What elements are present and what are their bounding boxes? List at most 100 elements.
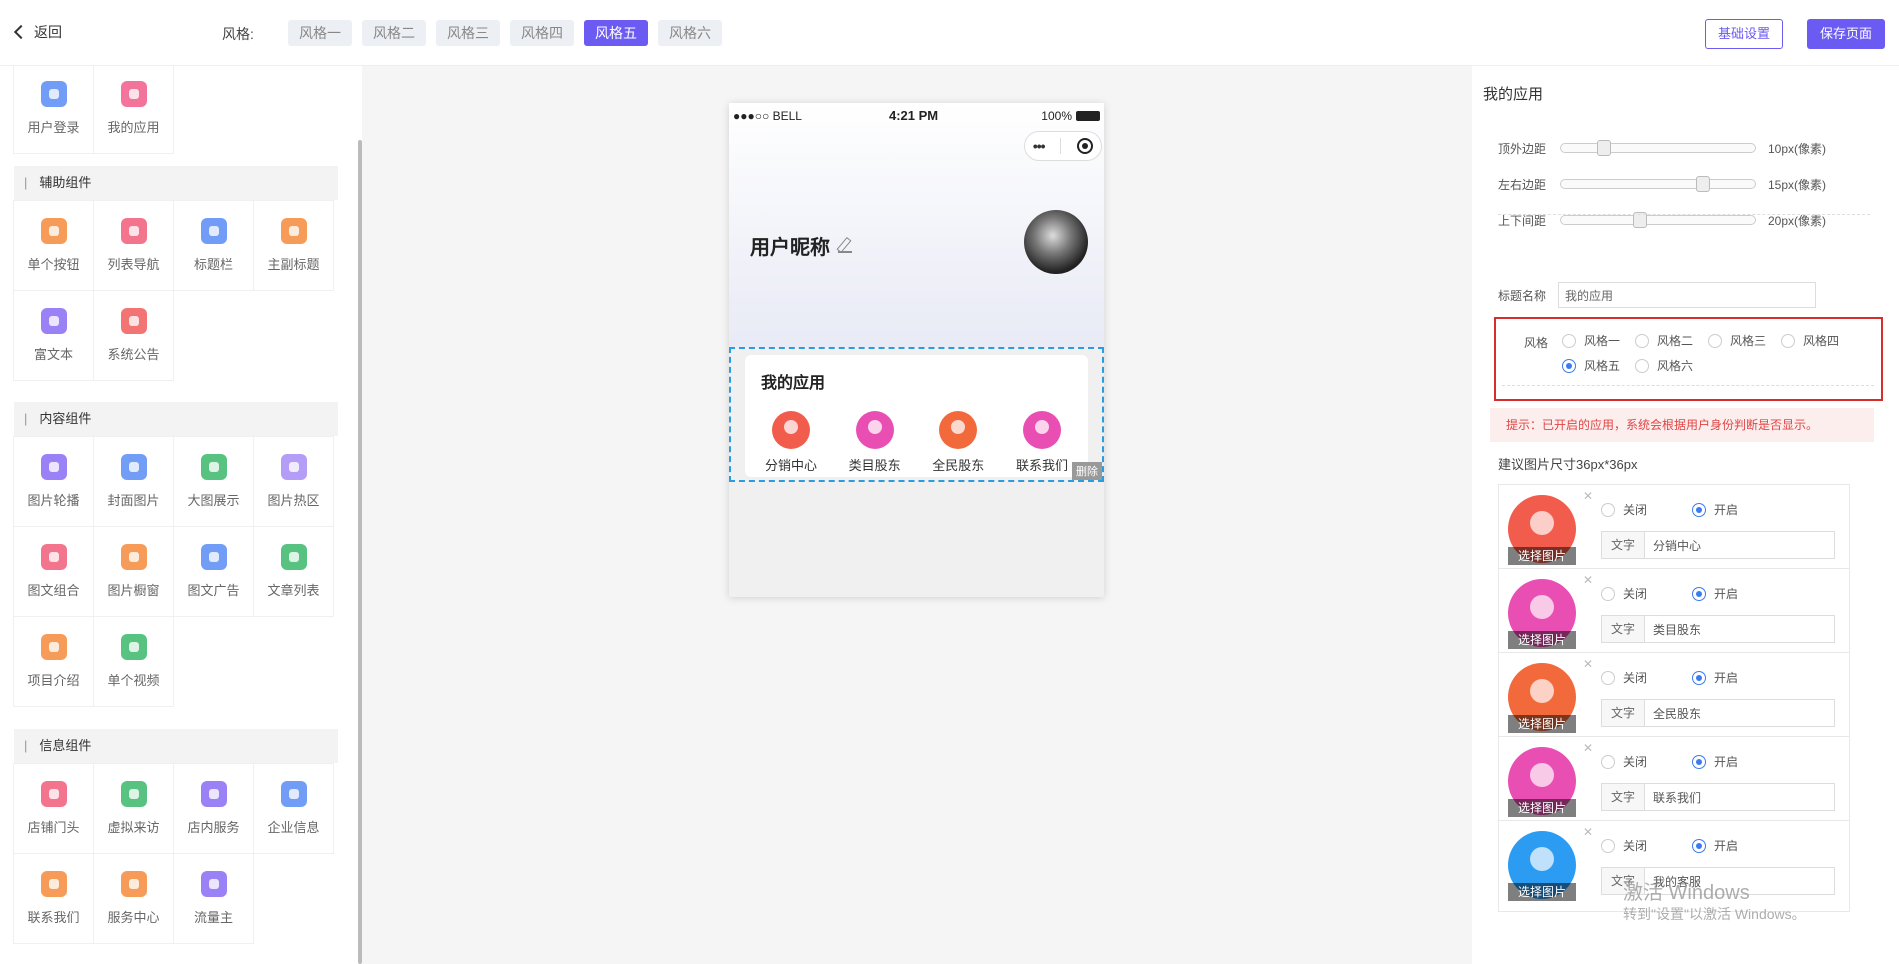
user-nickname[interactable]: 用户昵称 xyxy=(750,231,852,260)
mini-program-capsule[interactable]: ••• xyxy=(1024,131,1102,161)
app-label: 全民股东 xyxy=(932,458,985,473)
radio-dot[interactable] xyxy=(1635,358,1649,373)
radio-dot[interactable] xyxy=(1708,333,1722,348)
off-radio[interactable]: 关闭 xyxy=(1601,585,1674,602)
more-icon[interactable]: ••• xyxy=(1033,138,1046,154)
radio-dot[interactable] xyxy=(1562,333,1576,348)
slider-track[interactable] xyxy=(1560,140,1756,156)
title-name-input[interactable] xyxy=(1558,282,1816,308)
phone-app-item[interactable]: 联系我们 xyxy=(1002,411,1082,474)
off-radio[interactable]: 关闭 xyxy=(1601,837,1674,854)
remove-icon[interactable]: ✕ xyxy=(1583,741,1593,755)
on-radio[interactable]: 开启 xyxy=(1692,669,1765,686)
app-text-input[interactable] xyxy=(1645,615,1835,643)
pick-image-button[interactable]: 选择图片 xyxy=(1508,799,1576,817)
component-user-login[interactable]: 用户登录 xyxy=(13,66,94,154)
app-text-input[interactable] xyxy=(1645,531,1835,559)
close-target-icon[interactable] xyxy=(1077,138,1094,154)
component-contact[interactable]: 联系我们 xyxy=(13,853,94,944)
remove-icon[interactable]: ✕ xyxy=(1583,573,1593,587)
slider-thumb[interactable] xyxy=(1597,140,1611,156)
on-radio[interactable]: 开启 xyxy=(1692,585,1765,602)
slider-thumb[interactable] xyxy=(1696,176,1710,192)
cover-image-icon xyxy=(120,454,147,480)
text-label: 文字 xyxy=(1601,699,1645,727)
phone-app-item[interactable]: 全民股东 xyxy=(918,411,998,474)
style-tab-5[interactable]: 风格五 xyxy=(584,20,648,46)
slider-track[interactable] xyxy=(1560,212,1756,228)
component-traffic[interactable]: 流量主 xyxy=(173,853,254,944)
component-store[interactable]: 店铺门头 xyxy=(13,763,94,854)
style-selector-highlight: 风格 风格一 风格二 风格三 风格四 风格五 风格六 xyxy=(1494,317,1883,401)
edit-icon[interactable] xyxy=(838,239,852,253)
on-radio[interactable]: 开启 xyxy=(1692,753,1765,770)
style-tab-2[interactable]: 风格二 xyxy=(362,20,426,46)
component-button[interactable]: 单个按钮 xyxy=(13,200,94,291)
off-radio[interactable]: 关闭 xyxy=(1601,669,1674,686)
style-tab-6[interactable]: 风格六 xyxy=(658,20,722,46)
pick-image-button[interactable]: 选择图片 xyxy=(1508,631,1576,649)
style-tab-4[interactable]: 风格四 xyxy=(510,20,574,46)
component-ad[interactable]: 图文广告 xyxy=(173,526,254,617)
pick-image-button[interactable]: 选择图片 xyxy=(1508,715,1576,733)
on-radio[interactable]: 开启 xyxy=(1692,501,1765,518)
slider-track[interactable] xyxy=(1560,176,1756,192)
component-company[interactable]: 企业信息 xyxy=(253,763,334,854)
style-radio-2[interactable]: 风格二 xyxy=(1635,332,1708,349)
component-cover-image[interactable]: 封面图片 xyxy=(93,436,174,527)
remove-icon[interactable]: ✕ xyxy=(1583,489,1593,503)
component-hotspot[interactable]: 图片热区 xyxy=(253,436,334,527)
style-radio-1[interactable]: 风格一 xyxy=(1562,332,1635,349)
profile-header: ●●●○○ BELL 4:21 PM 100% ••• 用户昵称 xyxy=(729,103,1104,347)
remove-icon[interactable]: ✕ xyxy=(1583,657,1593,671)
back-button[interactable]: 返回 xyxy=(12,22,62,42)
style-radio-3[interactable]: 风格三 xyxy=(1708,332,1781,349)
component-project[interactable]: 项目介绍 xyxy=(13,616,94,707)
style-tab-3[interactable]: 风格三 xyxy=(436,20,500,46)
component-article-list[interactable]: 文章列表 xyxy=(253,526,334,617)
app-config-card: 选择图片 ✕ 关闭 开启 文字 xyxy=(1498,484,1850,576)
slider-row: 左右边距 15px(像素) xyxy=(1498,174,1878,194)
pick-image-button[interactable]: 选择图片 xyxy=(1508,547,1576,565)
remove-icon[interactable]: ✕ xyxy=(1583,825,1593,839)
radio-dot[interactable] xyxy=(1781,333,1795,348)
phone-app-item[interactable]: 分销中心 xyxy=(751,411,831,474)
component-visitor[interactable]: 虚拟来访 xyxy=(93,763,174,854)
component-subtitle[interactable]: 主副标题 xyxy=(253,200,334,291)
component-title-bar[interactable]: 标题栏 xyxy=(173,200,254,291)
component-image-text[interactable]: 图文组合 xyxy=(13,526,94,617)
basic-settings-button[interactable]: 基础设置 xyxy=(1705,19,1783,49)
my-app-title: 我的应用 xyxy=(761,375,826,392)
off-radio[interactable]: 关闭 xyxy=(1601,501,1674,518)
component-service[interactable]: 店内服务 xyxy=(173,763,254,854)
component-label: 大图展示 xyxy=(187,493,240,508)
on-radio[interactable]: 开启 xyxy=(1692,837,1765,854)
component-notice[interactable]: 系统公告 xyxy=(93,290,174,381)
component-big-image[interactable]: 大图展示 xyxy=(173,436,254,527)
style-tab-1[interactable]: 风格一 xyxy=(288,20,352,46)
save-page-button[interactable]: 保存页面 xyxy=(1807,19,1885,49)
radio-dot[interactable] xyxy=(1635,333,1649,348)
style-radio-6[interactable]: 风格六 xyxy=(1635,357,1708,374)
pick-image-button[interactable]: 选择图片 xyxy=(1508,883,1576,901)
app-text-input[interactable] xyxy=(1645,699,1835,727)
delete-module-button[interactable]: 删除 xyxy=(1072,462,1102,480)
app-config-card: 选择图片 ✕ 关闭 开启 文字 xyxy=(1498,568,1850,660)
my-app-module-selected[interactable]: 我的应用 分销中心 类目股东 全民股东 联系我们 删除 xyxy=(729,347,1104,482)
style-radio-5[interactable]: 风格五 xyxy=(1562,357,1635,374)
component-rich-text[interactable]: 富文本 xyxy=(13,290,94,381)
phone-app-item[interactable]: 类目股东 xyxy=(835,411,915,474)
component-service-center[interactable]: 服务中心 xyxy=(93,853,174,944)
app-text-input[interactable] xyxy=(1645,783,1835,811)
avatar[interactable] xyxy=(1024,210,1088,274)
component-video[interactable]: 单个视频 xyxy=(93,616,174,707)
radio-dot[interactable] xyxy=(1562,358,1576,373)
style-radio-group: 风格一 风格二 风格三 风格四风格五 风格六 xyxy=(1562,332,1862,374)
component-carousel[interactable]: 图片轮播 xyxy=(13,436,94,527)
off-radio[interactable]: 关闭 xyxy=(1601,753,1674,770)
left-panel-scrollbar[interactable] xyxy=(358,140,362,964)
component-showcase[interactable]: 图片橱窗 xyxy=(93,526,174,617)
component-list-nav[interactable]: 列表导航 xyxy=(93,200,174,291)
component-heart[interactable]: 我的应用 xyxy=(93,66,174,154)
style-radio-4[interactable]: 风格四 xyxy=(1781,332,1854,349)
